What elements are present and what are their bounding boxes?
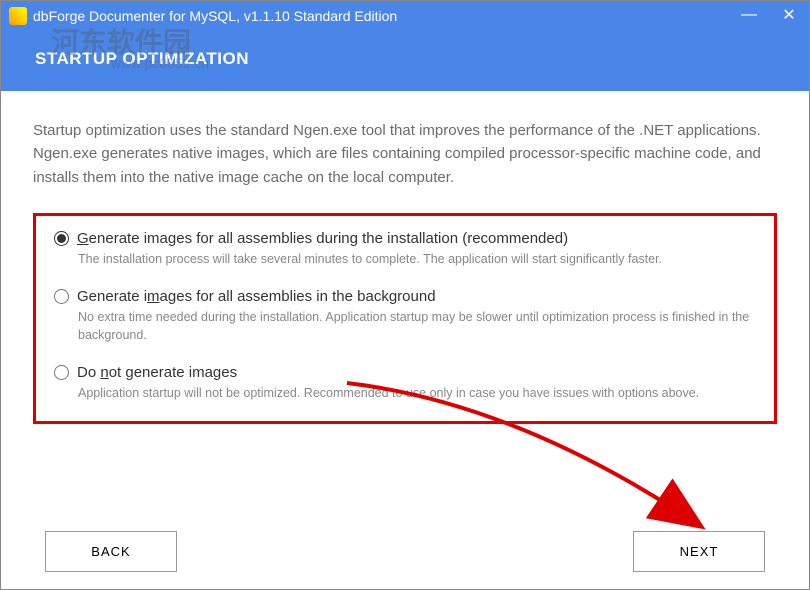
window-controls: — ✕ [729,1,809,29]
titlebar: dbForge Documenter for MySQL, v1.1.10 St… [1,1,809,31]
option-generate-background: Generate images for all assemblies in th… [54,288,756,344]
option-desc-1: The installation process will take sever… [78,251,756,269]
option-generate-during-install: Generate images for all assemblies durin… [54,230,756,269]
options-group: Generate images for all assemblies durin… [33,213,777,424]
option-do-not-generate: Do not generate images Application start… [54,364,756,403]
next-button[interactable]: NEXT [633,531,765,572]
option-label-2[interactable]: Generate images for all assemblies in th… [77,288,436,305]
minimize-button[interactable]: — [729,1,769,29]
option-label-3[interactable]: Do not generate images [77,364,237,381]
app-icon [9,7,27,25]
radio-do-not-generate[interactable] [54,365,69,380]
section-title: STARTUP OPTIMIZATION [1,31,809,69]
back-button[interactable]: BACK [45,531,177,572]
intro-text: Startup optimization uses the standard N… [33,119,777,189]
radio-generate-during-install[interactable] [54,231,69,246]
option-label-1[interactable]: Generate images for all assemblies durin… [77,230,568,247]
content-area: Startup optimization uses the standard N… [1,91,809,434]
header: dbForge Documenter for MySQL, v1.1.10 St… [1,1,809,91]
window-title: dbForge Documenter for MySQL, v1.1.10 St… [33,8,397,24]
option-desc-2: No extra time needed during the installa… [78,309,756,344]
footer: BACK NEXT [1,513,809,589]
close-button[interactable]: ✕ [769,1,809,29]
radio-generate-background[interactable] [54,289,69,304]
option-desc-3: Application startup will not be optimize… [78,385,756,403]
